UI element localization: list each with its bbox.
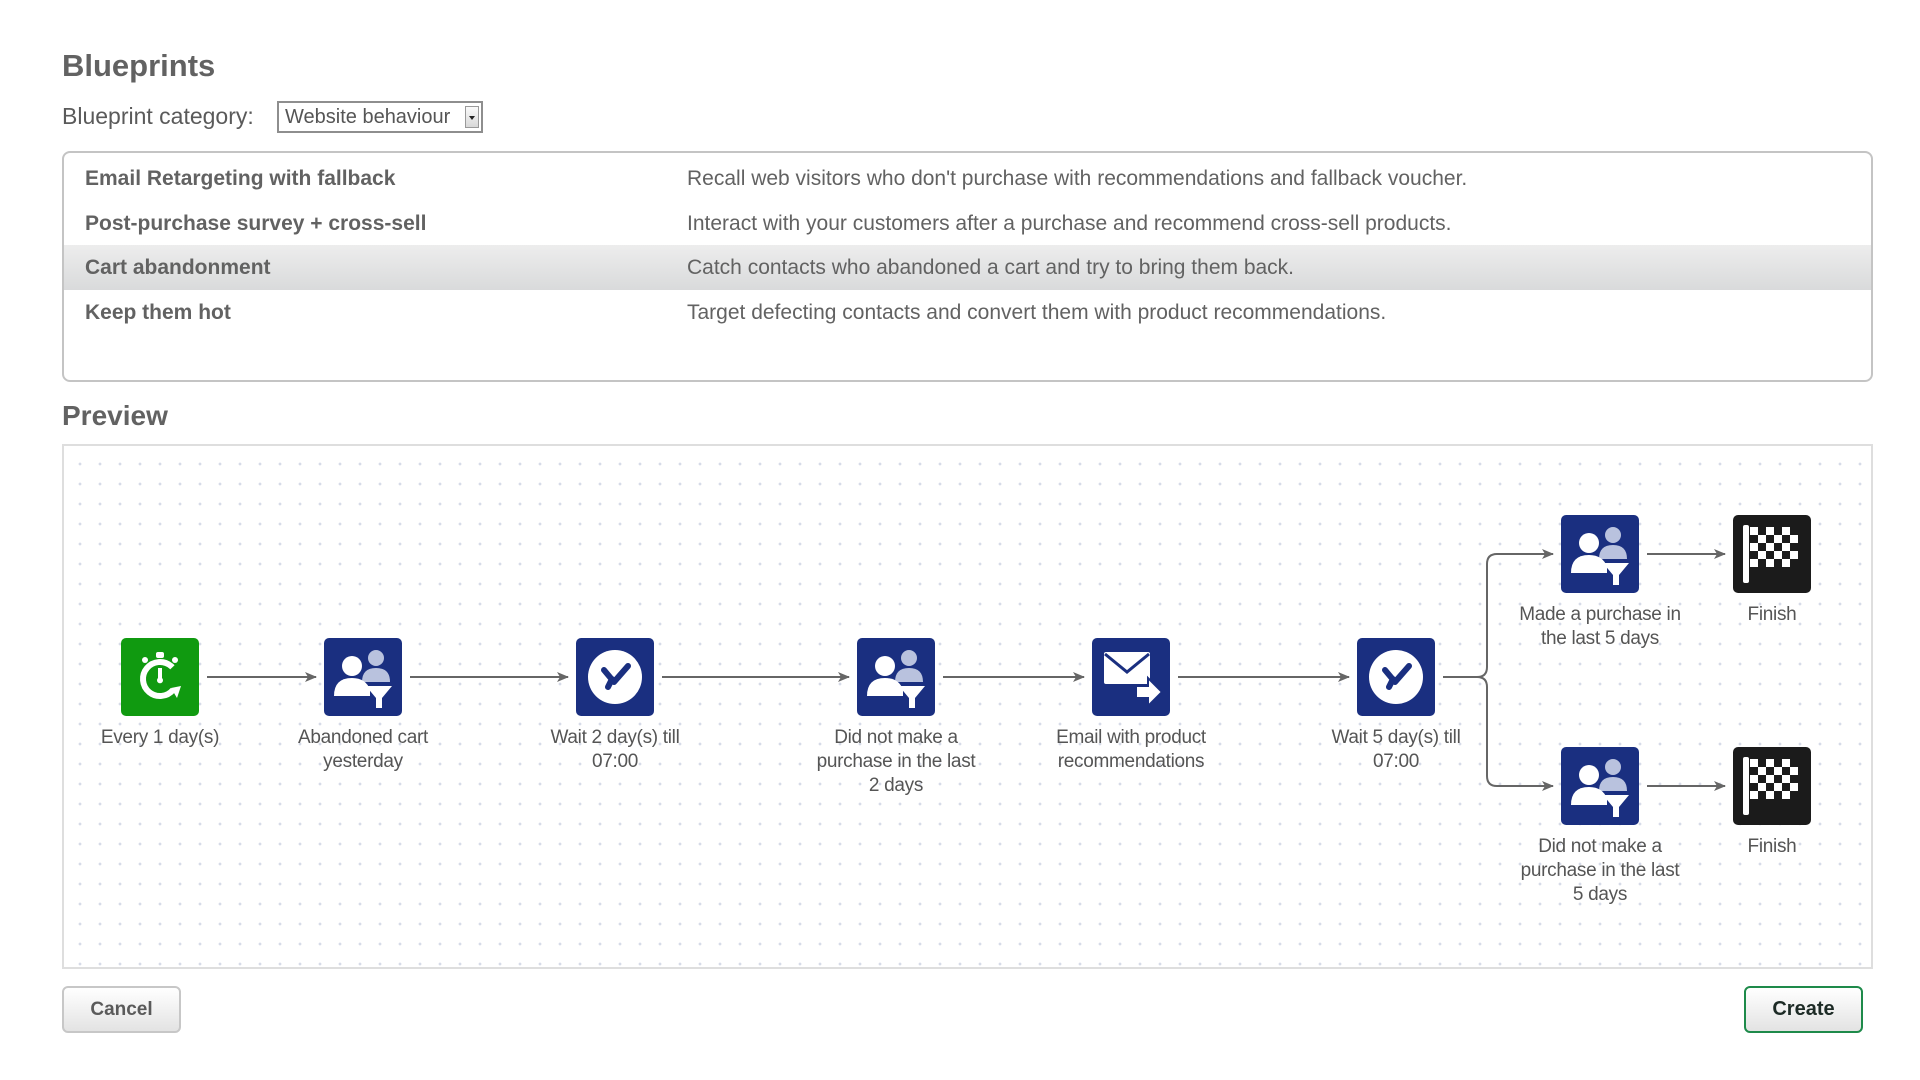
flow-node-n5[interactable]	[1092, 638, 1170, 716]
flow-node-label-line: 07:00	[591, 751, 639, 772]
flow-node-label: Wait 5 day(s) till 07:00	[1296, 726, 1496, 774]
flow-node-n7[interactable]	[1561, 515, 1639, 593]
flow-node-label-line: the last 5 days	[1540, 628, 1660, 649]
blueprint-row-keep-them-hot[interactable]: Keep them hot Target defecting contacts …	[64, 290, 1871, 335]
blueprint-name: Cart abandonment	[85, 256, 271, 279]
flow-node-label: Finish	[1672, 835, 1872, 859]
flow-node-label: Email with product recommendations	[1031, 726, 1231, 774]
blueprint-name: Email Retargeting with fallback	[85, 167, 396, 190]
flow-node-label: Abandoned cart yesterday	[263, 726, 463, 774]
flow-node-label-line: Did not make a	[1538, 836, 1662, 857]
page-title: Blueprints	[62, 48, 216, 83]
flow-node-label-line: Did not make a	[834, 727, 958, 748]
flow-node-n3[interactable]	[576, 638, 654, 716]
segment-filter-icon	[1571, 759, 1629, 817]
blueprint-row-email-retargeting[interactable]: Email Retargeting with fallback Recall w…	[64, 156, 1871, 201]
segment-filter-icon	[1571, 527, 1629, 585]
flow-node-label-line: purchase in the last	[1520, 860, 1680, 881]
flow-node-label-line: 07:00	[1372, 751, 1420, 772]
blueprint-row-cart-abandonment[interactable]: Cart abandonment Catch contacts who aban…	[64, 245, 1871, 290]
flow-node-n6[interactable]	[1357, 638, 1435, 716]
flow-node-label-line: Finish	[1747, 604, 1797, 625]
flow-node-label: Every 1 day(s)	[60, 726, 260, 750]
flow-node-label-line: Abandoned cart	[298, 727, 428, 748]
flow-node-label-line: 2 days	[868, 775, 924, 796]
flow-node-n10[interactable]	[1733, 747, 1811, 825]
flow-node-label: Made a purchase in the last 5 days	[1500, 603, 1700, 651]
category-label: Blueprint category:	[62, 103, 254, 129]
blueprint-list: Email Retargeting with fallback Recall w…	[62, 151, 1873, 382]
recurring-timer-icon	[140, 652, 181, 699]
flow-node-label-line: Every 1 day(s)	[100, 727, 220, 748]
flow-node-label-line: Finish	[1747, 836, 1797, 857]
blueprint-description: Target defecting contacts and convert th…	[687, 301, 1387, 324]
flow-node-label-line: purchase in the last	[816, 751, 976, 772]
blueprint-description: Interact with your customers after a pur…	[687, 212, 1452, 235]
flow-node-n1[interactable]	[121, 638, 199, 716]
clock-icon	[588, 650, 642, 704]
flow-node-label-line: Email with product	[1056, 727, 1206, 748]
clock-icon	[1369, 650, 1423, 704]
segment-filter-icon	[867, 650, 925, 708]
finish-flag-icon	[1743, 525, 1798, 583]
finish-flag-icon	[1743, 757, 1798, 815]
cancel-button[interactable]: Cancel	[62, 986, 181, 1033]
email-send-icon	[1104, 652, 1164, 709]
preview-canvas: Every 1 day(s) Abandoned cart yesterday W…	[62, 444, 1873, 969]
flow-node-label: Wait 2 day(s) till 07:00	[515, 726, 715, 774]
flow-node-n4[interactable]	[857, 638, 935, 716]
flow-node-label: Finish	[1672, 603, 1872, 627]
flow-node-n8[interactable]	[1733, 515, 1811, 593]
category-select[interactable]: Website behaviour	[277, 101, 483, 133]
flow-node-n2[interactable]	[324, 638, 402, 716]
flow-node-label: Did not make a purchase in the last 2 days	[796, 726, 996, 798]
create-button[interactable]: Create	[1744, 986, 1863, 1033]
chevron-down-icon[interactable]	[465, 106, 479, 128]
category-select-value: Website behaviour	[285, 106, 451, 128]
blueprint-name: Keep them hot	[85, 301, 231, 324]
flow-node-label-line: Made a purchase in	[1519, 604, 1681, 625]
blueprint-description: Catch contacts who abandoned a cart and …	[687, 256, 1295, 279]
preview-title: Preview	[62, 400, 168, 431]
flow-node-label-line: 5 days	[1572, 884, 1628, 905]
flow-node-label-line: Wait 2 day(s) till	[550, 727, 680, 748]
flow-node-label-line: Wait 5 day(s) till	[1331, 727, 1461, 748]
flow-node-label-line: recommendations	[1057, 751, 1205, 772]
blueprint-description: Recall web visitors who don't purchase w…	[687, 167, 1468, 190]
blueprint-name: Post-purchase survey + cross-sell	[85, 212, 427, 235]
flow-node-label-line: yesterday	[323, 751, 403, 772]
blueprint-row-post-purchase[interactable]: Post-purchase survey + cross-sell Intera…	[64, 201, 1871, 246]
flow-node-n9[interactable]	[1561, 747, 1639, 825]
segment-filter-icon	[334, 650, 392, 708]
flow-node-label: Did not make a purchase in the last 5 days	[1500, 835, 1700, 907]
